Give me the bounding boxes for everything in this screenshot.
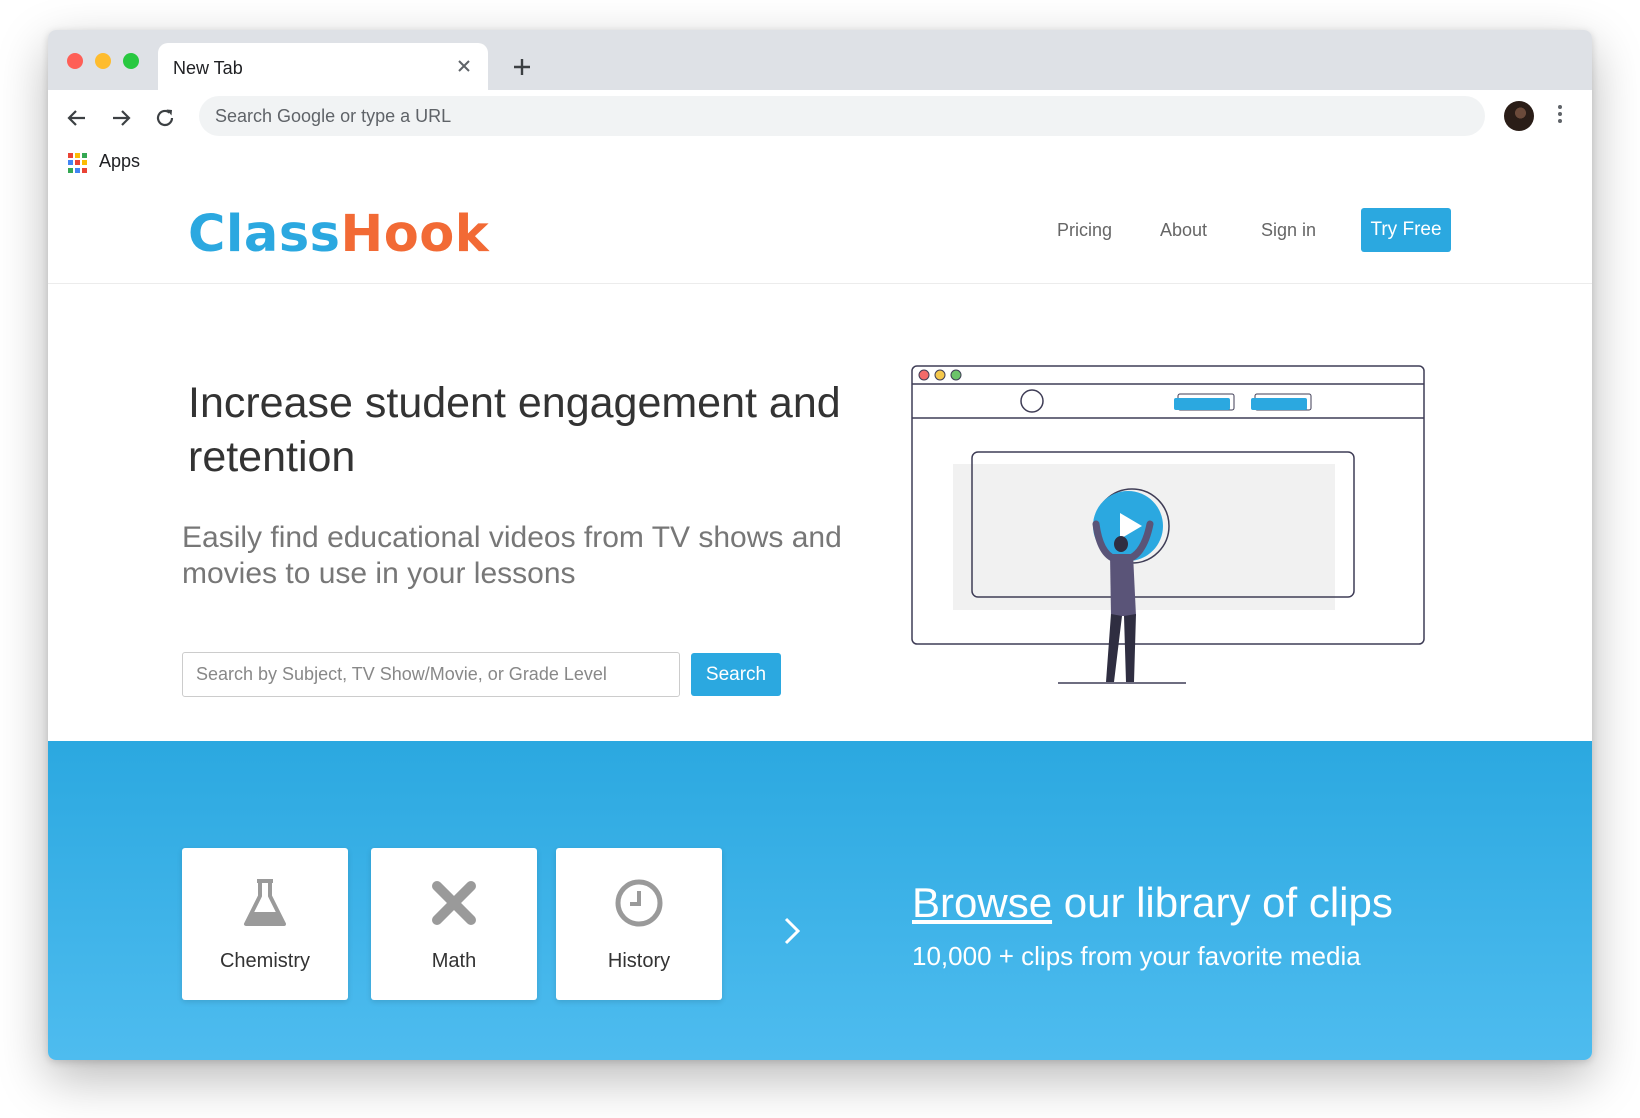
back-arrow-icon[interactable]	[64, 105, 90, 131]
profile-avatar[interactable]	[1504, 101, 1534, 131]
tab-title: New Tab	[173, 58, 243, 78]
browser-menu-icon[interactable]	[1555, 102, 1565, 130]
close-window-button[interactable]	[67, 53, 83, 69]
address-bar[interactable]: Search Google or type a URL	[199, 96, 1485, 136]
tab-new-tab[interactable]: New Tab	[158, 43, 488, 90]
try-free-button[interactable]: Try Free	[1361, 208, 1451, 252]
nav-sign-in[interactable]: Sign in	[1261, 220, 1316, 241]
classhook-logo[interactable]: ClassHook	[188, 205, 489, 264]
apps-grid-icon[interactable]	[68, 153, 88, 173]
category-label: History	[607, 950, 671, 972]
browse-heading: Browse our library of clips	[912, 879, 1393, 927]
category-label: Math	[431, 950, 477, 972]
new-tab-plus-icon[interactable]	[510, 55, 534, 79]
category-card-history[interactable]: History	[556, 848, 722, 1000]
bookmarks-bar: Apps	[48, 146, 1592, 184]
hero-subtitle: Easily find educational videos from TV s…	[182, 521, 842, 590]
browse-heading-rest: our library of clips	[1052, 879, 1393, 926]
subject-search-input[interactable]: Search by Subject, TV Show/Movie, or Gra…	[182, 652, 680, 697]
hero-title: Increase student engagement and retentio…	[188, 379, 841, 481]
webpage: ClassHook Pricing About Sign in Try Free…	[48, 184, 1592, 1060]
bookmark-apps[interactable]: Apps	[99, 151, 140, 172]
browser-window: New Tab Search Google or type a URL Apps…	[48, 30, 1592, 1060]
browse-link[interactable]: Browse	[912, 879, 1052, 926]
clock-icon	[615, 879, 663, 927]
hero-illustration	[911, 365, 1425, 684]
chevron-right-icon[interactable]	[780, 914, 804, 948]
search-input-placeholder: Search by Subject, TV Show/Movie, or Gra…	[196, 664, 607, 684]
nav-pricing[interactable]: Pricing	[1057, 220, 1112, 241]
logo-part-class: Class	[188, 205, 341, 264]
logo-part-hook: Hook	[340, 205, 490, 264]
x-icon	[432, 881, 476, 925]
browser-toolbar: Search Google or type a URL	[48, 90, 1592, 146]
nav-about[interactable]: About	[1160, 220, 1207, 241]
category-label: Chemistry	[219, 950, 310, 972]
category-card-math[interactable]: Math	[371, 848, 537, 1000]
category-card-chemistry[interactable]: Chemistry	[182, 848, 348, 1000]
tab-strip: New Tab	[48, 30, 1592, 90]
address-bar-placeholder: Search Google or type a URL	[215, 106, 452, 126]
reload-icon[interactable]	[152, 105, 178, 131]
minimize-window-button[interactable]	[95, 53, 111, 69]
close-icon[interactable]	[454, 56, 474, 76]
forward-arrow-icon[interactable]	[108, 105, 134, 131]
site-header: ClassHook Pricing About Sign in Try Free	[48, 184, 1592, 284]
browse-subtitle: 10,000 + clips from your favorite media	[912, 941, 1361, 971]
flask-icon	[244, 879, 286, 926]
categories-banner: Chemistry Math History Browse our librar…	[48, 741, 1592, 1060]
maximize-window-button[interactable]	[123, 53, 139, 69]
search-button[interactable]: Search	[691, 653, 781, 696]
